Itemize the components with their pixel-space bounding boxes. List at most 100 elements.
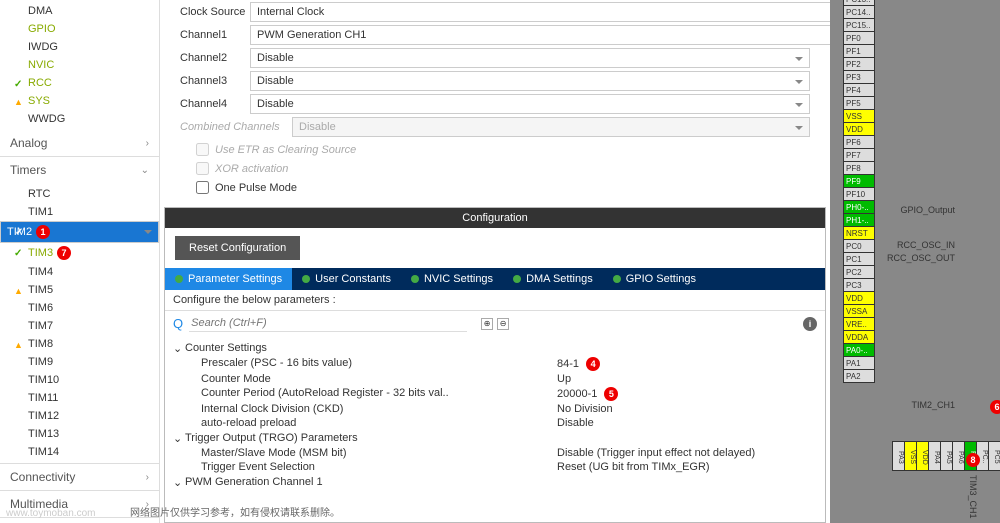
one-pulse-checkbox[interactable]: One Pulse Mode [180,178,810,197]
tree-item-tim6[interactable]: TIM6 [0,299,159,317]
pin-VDDA[interactable]: VDDA [843,330,875,344]
tab-user-constants[interactable]: User Constants [292,268,401,290]
pin-label-tim2-ch1: TIM2_CH1 [911,400,955,410]
tool-icon[interactable]: ⊕ [481,318,493,330]
tree-item-iwdg[interactable]: IWDG [0,38,159,56]
pin-PF7[interactable]: PF7 [843,148,875,162]
pin-PF2[interactable]: PF2 [843,57,875,71]
clock-source-select[interactable]: Internal Clock [250,2,830,22]
group-timers[interactable]: Timers⌄ [0,157,159,183]
pin-PF10[interactable]: PF10 [843,187,875,201]
reset-config-button[interactable]: Reset Configuration [175,236,300,260]
pin-PF9[interactable]: PF9 [843,174,875,188]
pin-PC3[interactable]: PC3 [843,278,875,292]
config-subtitle: Configure the below parameters : [165,290,825,311]
pin-PC1[interactable]: PC1 [843,252,875,266]
tree-item-gpio[interactable]: GPIO [0,20,159,38]
tree-item-tim4[interactable]: TIM4 [0,263,159,281]
tab-parameter-settings[interactable]: Parameter Settings [165,268,292,290]
pin-PF5[interactable]: PF5 [843,96,875,110]
pin-PC15[interactable]: PC15.. [843,18,875,32]
tree-item-tim12[interactable]: TIM12 [0,407,159,425]
channel4-label: Channel4 [180,98,250,110]
tree-item-wwdg[interactable]: WWDG [0,110,159,128]
channel2-select[interactable]: Disable [250,48,810,68]
tree-item-tim9[interactable]: TIM9 [0,353,159,371]
preload-value[interactable]: Disable [557,417,817,429]
evt-value[interactable]: Reset (UG bit from TIMx_EGR) [557,461,817,473]
pin-VSSA[interactable]: VSSA [843,304,875,318]
pin-PA0-[interactable]: PA0-.. [843,343,875,357]
tree-item-tim14[interactable]: TIM14 [0,443,159,461]
ckd-label: Internal Clock Division (CKD) [201,403,557,415]
trgo-header[interactable]: Trigger Output (TRGO) Parameters [173,430,817,446]
sidebar: DMA GPIO IWDG NVIC RCC SYS WWDG Analog› … [0,0,160,523]
msm-value[interactable]: Disable (Trigger input effect not delaye… [557,447,817,459]
pin-VDD[interactable]: VDD [843,122,875,136]
pin-PF1[interactable]: PF1 [843,44,875,58]
pin-PA1[interactable]: PA1 [843,356,875,370]
tool-icon[interactable]: ⊖ [497,318,509,330]
pin-PA2[interactable]: PA2 [843,369,875,383]
pin-PC2[interactable]: PC2 [843,265,875,279]
tree-item-tim10[interactable]: TIM10 [0,371,159,389]
chevron-right-icon: › [146,472,149,483]
pin-PF8[interactable]: PF8 [843,161,875,175]
info-icon[interactable]: i [803,317,817,331]
pin-PF3[interactable]: PF3 [843,70,875,84]
tree-item-rtc[interactable]: RTC [0,185,159,203]
pwm-gen-header[interactable]: PWM Generation Channel 1 [173,474,817,490]
tree-item-nvic[interactable]: NVIC [0,56,159,74]
pinout-view[interactable]: GPIO_Output RCC_OSC_IN RCC_OSC_OUT TIM2_… [830,0,1000,523]
group-analog[interactable]: Analog› [0,130,159,156]
pin-PF4[interactable]: PF4 [843,83,875,97]
watermark: www.toymoban.com [6,508,95,519]
search-icon[interactable]: Q [173,316,183,331]
check-icon [14,247,24,257]
tab-dma-settings[interactable]: DMA Settings [503,268,603,290]
pin-PC14[interactable]: PC14.. [843,5,875,19]
pin-PF6[interactable]: PF6 [843,135,875,149]
channel3-select[interactable]: Disable [250,71,810,91]
prescaler-value[interactable]: 84-1 4 [557,357,817,371]
tree-item-tim2[interactable]: TIM21 [0,221,159,243]
group-connectivity[interactable]: Connectivity› [0,464,159,490]
clock-source-label: Clock Source [180,6,250,18]
pin-NRST[interactable]: NRST [843,226,875,240]
warn-icon [14,96,24,106]
tree-item-sys[interactable]: SYS [0,92,159,110]
pin-VDD[interactable]: VDD [843,291,875,305]
config-tabs: Parameter Settings User Constants NVIC S… [165,268,825,290]
tree-item-tim7[interactable]: TIM7 [0,317,159,335]
tree-item-tim11[interactable]: TIM11 [0,389,159,407]
tree-item-tim3[interactable]: TIM37 [0,243,159,263]
pin-VSS[interactable]: VSS [843,109,875,123]
pin-PC0[interactable]: PC0 [843,239,875,253]
tree-item-tim13[interactable]: TIM13 [0,425,159,443]
pin-PF0[interactable]: PF0 [843,31,875,45]
channel4-select[interactable]: Disable [250,94,810,114]
pin-label-gpio-output: GPIO_Output [900,205,955,215]
ckd-value[interactable]: No Division [557,403,817,415]
tab-nvic-settings[interactable]: NVIC Settings [401,268,503,290]
search-input[interactable] [189,315,467,332]
tree-item-tim1[interactable]: TIM1 [0,203,159,221]
pin-PH1-[interactable]: PH1-.. [843,213,875,227]
tree-item-dma[interactable]: DMA [0,2,159,20]
pin-PC5[interactable]: PC5 [988,441,1000,471]
badge-1: 1 [36,225,50,239]
counter-settings-header[interactable]: Counter Settings [173,340,817,356]
status-dot-icon [411,275,419,283]
config-title: Configuration [165,208,825,228]
channel1-select[interactable]: PWM Generation CH1 [250,25,830,45]
check-icon [15,226,25,236]
pin-VRE[interactable]: VRE.. [843,317,875,331]
tree-item-tim5[interactable]: TIM5 [0,281,159,299]
counter-mode-value[interactable]: Up [557,373,817,385]
tab-gpio-settings[interactable]: GPIO Settings [603,268,706,290]
counter-period-value[interactable]: 20000-1 5 [557,387,817,401]
tree-item-tim8[interactable]: TIM8 [0,335,159,353]
tree-item-rcc[interactable]: RCC [0,74,159,92]
chevron-down-icon: ⌄ [141,165,149,176]
pin-PH0-[interactable]: PH0-.. [843,200,875,214]
